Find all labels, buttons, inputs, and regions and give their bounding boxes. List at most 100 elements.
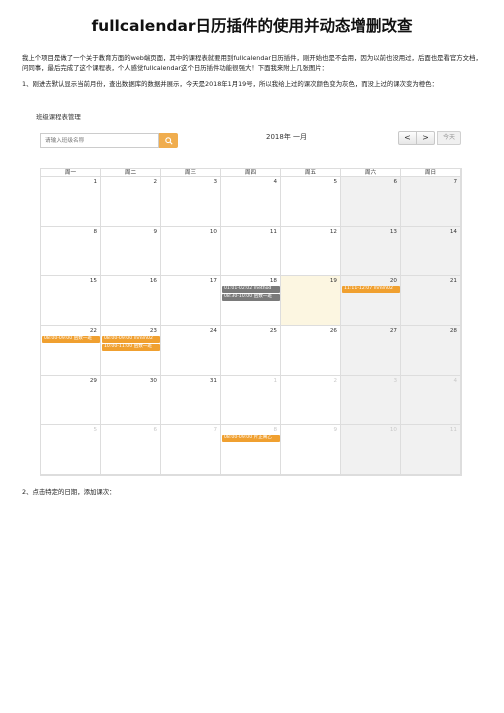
- day-number: 9: [333, 427, 337, 434]
- day-cell[interactable]: 20: [341, 276, 401, 326]
- day-cell[interactable]: 21: [401, 276, 461, 326]
- calendar-event[interactable]: 10:00-11:00 函数一班: [102, 344, 160, 351]
- day-cell[interactable]: 6: [101, 425, 161, 475]
- chevron-right-icon: >: [422, 133, 429, 142]
- day-number: 17: [209, 278, 217, 285]
- day-number: 7: [453, 179, 457, 185]
- day-number: 3: [393, 377, 397, 384]
- day-cell[interactable]: 18: [221, 276, 281, 326]
- day-cell[interactable]: 28: [401, 326, 461, 376]
- day-cell[interactable]: 6: [341, 177, 401, 227]
- day-number: 7: [213, 427, 217, 434]
- day-number: 10: [389, 427, 397, 434]
- day-number: 4: [453, 377, 457, 384]
- day-number: 28: [449, 328, 457, 334]
- day-cell[interactable]: 4: [221, 177, 281, 227]
- point-1-text: 1、刚进去默认显示当前月份，查出数据库的数据并展示，今天是2018年1月19号，…: [22, 80, 438, 88]
- day-cell[interactable]: 11: [221, 226, 281, 277]
- calendar-title: 2018年 一月: [266, 133, 308, 141]
- day-cell[interactable]: 3: [161, 177, 221, 227]
- day-cell[interactable]: 7: [401, 177, 461, 227]
- point-2-text: 2、点击特定的日期，添加课次：: [22, 488, 116, 496]
- day-number: 2: [153, 179, 157, 185]
- day-number: 12: [329, 228, 337, 235]
- day-cell[interactable]: 3: [341, 375, 401, 426]
- day-number: 31: [209, 377, 217, 384]
- day-cell[interactable]: 27: [341, 326, 401, 376]
- day-number: 15: [89, 278, 97, 285]
- day-cell[interactable]: 8: [221, 425, 281, 475]
- day-cell[interactable]: 10: [341, 425, 401, 475]
- day-cell[interactable]: 9: [281, 425, 341, 475]
- calendar-event[interactable]: 08:00-09:00 函数一班: [42, 336, 100, 343]
- day-number: 8: [273, 427, 277, 434]
- day-cell[interactable]: 26: [281, 326, 341, 376]
- day-number: 30: [149, 377, 157, 384]
- day-number: 3: [213, 179, 217, 185]
- day-cell[interactable]: 13: [341, 226, 401, 277]
- day-cell[interactable]: 24: [161, 326, 221, 376]
- day-number: 14: [449, 228, 457, 235]
- calendar-event[interactable]: 08:00-09:00 mmm02: [102, 336, 160, 343]
- calendar-month-grid: 周一 周二 周三 周四 周五 周六 周日 1 2 3 4 5 6 7 8 9 10 11 12 13 14 15 16 17 1…: [40, 168, 462, 476]
- day-number: 6: [393, 179, 397, 185]
- day-number: 13: [389, 228, 397, 235]
- day-cell[interactable]: 17: [161, 276, 221, 326]
- weekday-header: 周日: [401, 169, 461, 177]
- day-cell[interactable]: 30: [101, 375, 161, 426]
- day-cell[interactable]: 7: [161, 425, 221, 475]
- intro-paragraph: 我上个项目是做了一个关于教育方面的web端页面，其中的课程表就要用到fullca…: [22, 54, 482, 72]
- day-number: 2: [333, 377, 337, 384]
- day-number: 27: [389, 328, 397, 334]
- day-cell[interactable]: 11: [401, 425, 461, 475]
- day-number: 23: [149, 328, 157, 334]
- search-button[interactable]: [159, 133, 178, 148]
- search-icon: [164, 136, 173, 145]
- calendar-event[interactable]: 08:30-10:00 函数一班: [222, 294, 280, 301]
- day-cell[interactable]: 2: [101, 177, 161, 227]
- day-cell[interactable]: 23: [101, 326, 161, 376]
- day-cell[interactable]: 10: [161, 226, 221, 277]
- today-button[interactable]: 今天: [437, 131, 461, 145]
- day-cell[interactable]: 8: [41, 226, 101, 277]
- day-number: 9: [153, 228, 157, 235]
- weekday-header: 周五: [281, 169, 341, 177]
- day-cell[interactable]: 1: [221, 375, 281, 426]
- chevron-left-icon: <: [404, 133, 411, 142]
- day-cell[interactable]: 22: [41, 326, 101, 376]
- day-cell[interactable]: 25: [221, 326, 281, 376]
- calendar-event[interactable]: 11:11-12:07 mmm02: [342, 286, 400, 293]
- calendar-event[interactable]: 08:00-09:00 片正阐乙: [222, 435, 280, 442]
- day-number: 21: [449, 278, 457, 285]
- day-cell[interactable]: 2: [281, 375, 341, 426]
- day-cell[interactable]: 31: [161, 375, 221, 426]
- panel-title: 班级课程表管理: [36, 113, 81, 121]
- weekday-header: 周四: [221, 169, 281, 177]
- day-cell[interactable]: 12: [281, 226, 341, 277]
- day-cell[interactable]: 29: [41, 375, 101, 426]
- day-number: 24: [209, 328, 217, 334]
- calendar-event[interactable]: 01:01-02:02 method: [222, 286, 280, 293]
- day-number: 22: [89, 328, 97, 334]
- prev-month-button[interactable]: <: [398, 131, 417, 145]
- weekday-header: 周一: [41, 169, 101, 177]
- day-number: 19: [329, 278, 337, 285]
- day-cell[interactable]: 1: [41, 177, 101, 227]
- day-cell[interactable]: 5: [41, 425, 101, 475]
- day-number: 16: [149, 278, 157, 285]
- next-month-button[interactable]: >: [416, 131, 435, 145]
- day-number: 29: [89, 377, 97, 384]
- day-cell[interactable]: 4: [401, 375, 461, 426]
- class-search-input[interactable]: [40, 133, 159, 148]
- day-cell[interactable]: 9: [101, 226, 161, 277]
- day-number: 10: [209, 228, 217, 235]
- day-number: 8: [93, 228, 97, 235]
- day-cell[interactable]: 19: [281, 276, 341, 326]
- day-number: 11: [269, 228, 277, 235]
- day-cell[interactable]: 14: [401, 226, 461, 277]
- day-cell[interactable]: 5: [281, 177, 341, 227]
- day-cell[interactable]: 15: [41, 276, 101, 326]
- day-number: 5: [93, 427, 97, 434]
- day-number: 5: [333, 179, 337, 185]
- day-cell[interactable]: 16: [101, 276, 161, 326]
